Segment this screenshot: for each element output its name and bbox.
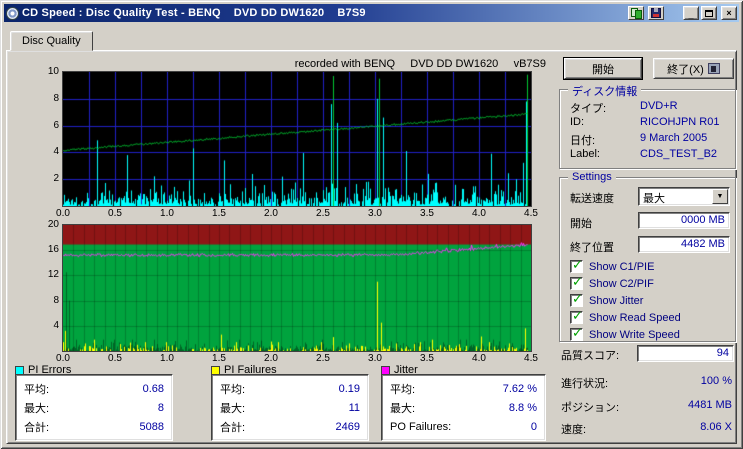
- stat-row: 最大: 8.8 %: [390, 401, 537, 415]
- x-tick: 4.5: [524, 353, 538, 364]
- stat-row: 合計: 5088: [24, 420, 164, 434]
- cd-app-icon: [6, 6, 19, 20]
- stat-row: 平均: 0.68: [24, 382, 164, 396]
- pif-jitter-chart: [63, 225, 531, 351]
- x-tick: 1.5: [212, 353, 226, 364]
- pif-chart-y-axis: 20 16 12 8 4: [31, 219, 59, 351]
- check-icon: ✓: [572, 292, 583, 307]
- stat-row: 平均: 7.62 %: [390, 382, 537, 396]
- pif-jitter-plot: [62, 224, 532, 352]
- check-icon: ✓: [572, 326, 583, 341]
- close-button[interactable]: ×: [721, 6, 737, 20]
- window-title: CD Speed : Disc Quality Test - BENQ DVD …: [22, 7, 366, 19]
- x-tick: 3.5: [420, 353, 434, 364]
- jitter-stats: 平均: 7.62 % 最大: 8.8 % PO Failures: 0: [381, 374, 546, 441]
- checkbox-show-read-speed[interactable]: ✓ Show Read Speed: [570, 309, 681, 324]
- pie-chart-x-axis: 0.0 0.5 1.0 1.5 2.0 2.5 3.0 3.5 4.0 4.5: [56, 208, 538, 220]
- window-controls: _ ×: [683, 6, 737, 20]
- stat-row: 平均: 0.19: [220, 382, 360, 396]
- check-icon: ✓: [572, 275, 583, 290]
- y-tick: 6: [53, 120, 59, 131]
- y-tick: 2: [53, 173, 59, 184]
- pif-chart-x-axis: 0.0 0.5 1.0 1.5 2.0 2.5 3.0 3.5 4.0 4.5: [56, 353, 538, 365]
- x-tick: 1.0: [160, 208, 174, 219]
- pi-errors-stats: 平均: 0.68 最大: 8 合計: 5088: [15, 374, 173, 441]
- y-tick: 8: [53, 295, 59, 306]
- y-tick: 20: [47, 219, 59, 230]
- quality-score-value: 94: [637, 345, 734, 362]
- titlebar[interactable]: CD Speed : Disc Quality Test - BENQ DVD …: [4, 4, 739, 22]
- y-tick: 10: [47, 66, 59, 77]
- exit-icon: [707, 63, 720, 74]
- speed-value: 8.06 X: [700, 421, 732, 433]
- copy-pages-icon[interactable]: [628, 6, 644, 20]
- close-icon: ×: [726, 7, 732, 18]
- x-tick: 2.0: [264, 208, 278, 219]
- speed-dropdown[interactable]: 最大 ▼: [638, 187, 730, 206]
- minimize-button[interactable]: _: [683, 6, 699, 20]
- stat-row: 最大: 11: [220, 401, 360, 415]
- tab-disc-quality[interactable]: Disc Quality: [10, 31, 93, 51]
- x-tick: 0.5: [108, 353, 122, 364]
- quality-score-label: 品質スコア:: [561, 350, 620, 362]
- start-position-field[interactable]: 0000 MB: [638, 212, 730, 229]
- x-tick: 0.0: [56, 208, 70, 219]
- y-tick: 12: [47, 269, 59, 280]
- checkbox-show-c2-pif[interactable]: ✓ Show C2/PIF: [570, 275, 654, 290]
- start-button[interactable]: 開始: [563, 57, 643, 80]
- x-tick: 4.0: [472, 353, 486, 364]
- position-value: 4481 MB: [687, 399, 732, 411]
- check-icon: ✓: [572, 258, 583, 273]
- x-tick: 4.5: [524, 208, 538, 219]
- chart-header: recorded with BENQ DVD DD DW1620 vB7S9: [294, 58, 546, 70]
- x-tick: 0.0: [56, 353, 70, 364]
- pie-errors-chart: [63, 72, 531, 206]
- stat-row: PO Failures: 0: [390, 420, 537, 433]
- pie-chart-y-axis: 10 8 6 4 2: [31, 66, 59, 206]
- x-tick: 3.0: [368, 353, 382, 364]
- x-tick: 3.0: [368, 208, 382, 219]
- y-tick: 4: [53, 320, 59, 331]
- save-disk-icon[interactable]: [648, 6, 664, 20]
- y-tick: 16: [47, 244, 59, 255]
- x-tick: 0.5: [108, 208, 122, 219]
- x-tick: 3.5: [420, 208, 434, 219]
- progress-value: 100 %: [700, 375, 732, 387]
- x-tick: 2.5: [316, 353, 330, 364]
- end-position-field[interactable]: 4482 MB: [638, 236, 730, 253]
- stat-row: 合計: 2469: [220, 420, 360, 434]
- checkbox-show-jitter[interactable]: ✓ Show Jitter: [570, 292, 643, 307]
- settings-group: Settings 転送速度 最大 ▼ 開始 0000 MB 終了位置 4482 …: [559, 171, 736, 342]
- maximize-button[interactable]: [701, 6, 717, 20]
- x-tick: 1.5: [212, 208, 226, 219]
- exit-button[interactable]: 終了(X): [653, 58, 734, 79]
- minimize-icon: _: [688, 10, 694, 20]
- pi-failures-stats: 平均: 0.19 最大: 11 合計: 2469: [211, 374, 369, 441]
- checkbox-show-c1-pie[interactable]: ✓ Show C1/PIE: [570, 258, 654, 273]
- check-icon: ✓: [572, 309, 583, 324]
- disc-info-group: ディスク情報 タイプ: DVD+R ID: RICOHJPN R01 日付: 9 Ma…: [559, 83, 736, 169]
- y-tick: 8: [53, 93, 59, 104]
- settings-legend: Settings: [568, 171, 616, 183]
- x-tick: 4.0: [472, 208, 486, 219]
- app-window: CD Speed : Disc Quality Test - BENQ DVD …: [0, 0, 743, 449]
- disc-quality-panel: recorded with BENQ DVD DD DW1620 vB7S9 1…: [6, 50, 737, 444]
- x-tick: 2.0: [264, 353, 278, 364]
- titlebar-tools: [628, 6, 664, 20]
- disc-info-legend: ディスク情報: [568, 83, 642, 99]
- x-tick: 2.5: [316, 208, 330, 219]
- stat-row: 最大: 8: [24, 401, 164, 415]
- maximize-icon: [705, 9, 713, 17]
- chevron-down-icon[interactable]: ▼: [712, 189, 728, 204]
- checkbox-show-write-speed[interactable]: ✓ Show Write Speed: [570, 326, 680, 341]
- pie-errors-plot: [62, 71, 532, 207]
- x-tick: 1.0: [160, 353, 174, 364]
- y-tick: 4: [53, 146, 59, 157]
